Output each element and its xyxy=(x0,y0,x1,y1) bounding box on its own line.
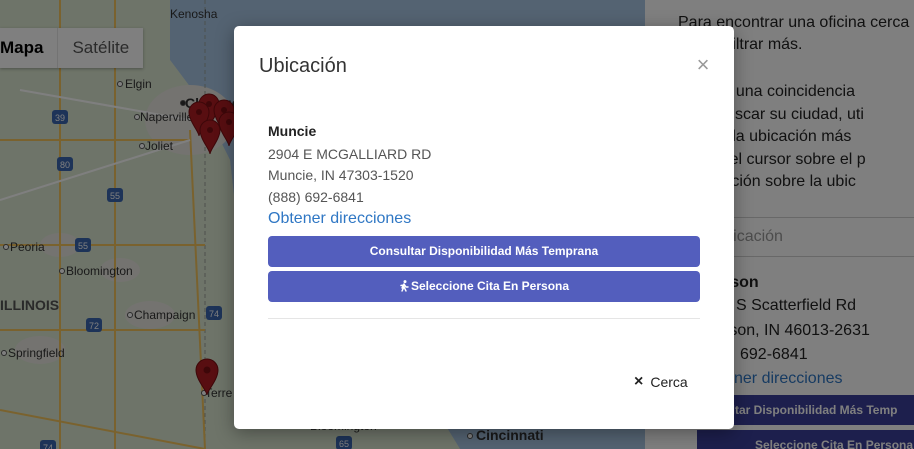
location-modal: Ubicación × Muncie 2904 E MCGALLIARD RD … xyxy=(234,26,734,429)
location-address-line2: Muncie, IN 47303-1520 xyxy=(268,167,414,183)
close-icon[interactable]: × xyxy=(694,53,712,77)
location-name: Muncie xyxy=(268,123,317,139)
walking-person-icon xyxy=(400,280,409,292)
in-person-appointment-button[interactable]: Seleccione Cita En Persona xyxy=(268,271,700,302)
earliest-availability-button[interactable]: Consultar Disponibilidad Más Temprana xyxy=(268,236,700,267)
close-icon: × xyxy=(634,373,644,390)
location-phone: (888) 692-6841 xyxy=(268,189,364,205)
location-address-line1: 2904 E MCGALLIARD RD xyxy=(268,146,432,162)
footer-close-label: Cerca xyxy=(650,374,688,390)
in-person-appointment-label: Seleccione Cita En Persona xyxy=(410,279,570,293)
footer-close-button[interactable]: × Cerca xyxy=(634,372,688,392)
earliest-availability-label: Consultar Disponibilidad Más Temprana xyxy=(369,244,599,258)
modal-title: Ubicación xyxy=(259,55,347,77)
get-directions-link[interactable]: Obtener direcciones xyxy=(268,210,411,228)
modal-divider xyxy=(268,318,700,319)
